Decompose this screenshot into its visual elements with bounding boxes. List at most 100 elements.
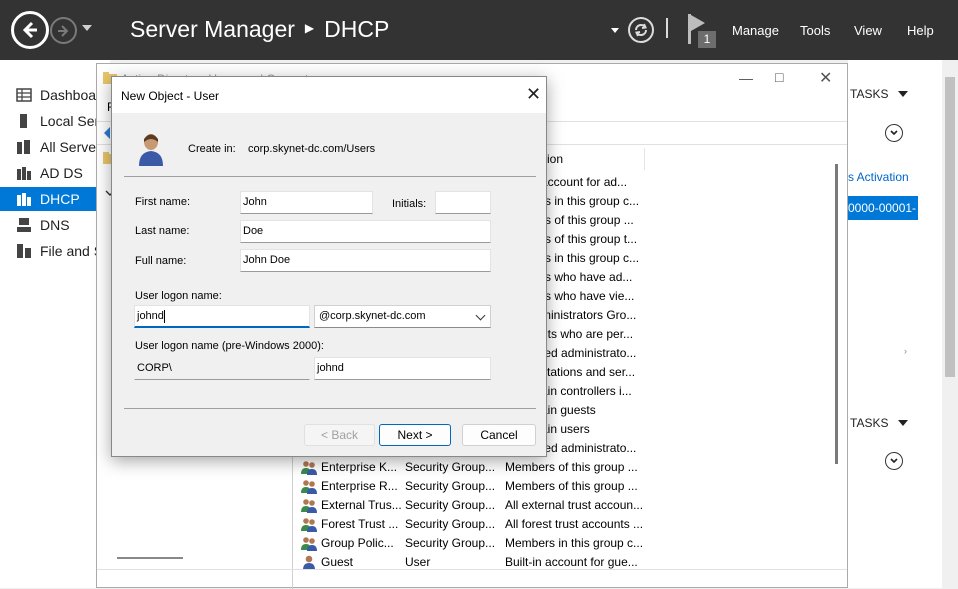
chevron-down-icon (898, 91, 909, 97)
menu-help[interactable]: Help (907, 23, 934, 38)
arrow-right-icon (57, 24, 68, 37)
scrollbar-thumb[interactable] (835, 164, 838, 464)
new-user-dialog: New Object - User ✕ Create in: corp.skyn… (111, 76, 547, 457)
create-in-value: corp.skynet-dc.com/Users (248, 143, 376, 155)
column-header-description[interactable]: ition (537, 148, 645, 170)
page-title: Server Manager ▶ DHCP (130, 16, 389, 43)
logon-name-label: User logon name: (135, 290, 222, 302)
row-name: Forest Trust ... (321, 517, 399, 531)
servers-icon (17, 140, 30, 154)
table-row[interactable]: Enterprise K... Security Group... Members … (297, 458, 837, 477)
row-type: Security Group... (405, 536, 496, 550)
initials-field[interactable] (435, 191, 491, 214)
nav-item-label: DNS (40, 217, 70, 233)
arrow-left-icon (22, 21, 37, 39)
tasks-label: TASKS (850, 87, 889, 101)
page-name: DHCP (324, 16, 390, 42)
table-row[interactable]: Group Polic... Security Group... Members i… (297, 534, 837, 553)
nav-item-local-server[interactable]: Local Server (0, 109, 110, 133)
nav-item-label: DHCP (40, 191, 80, 207)
group-icon (301, 499, 317, 513)
row-description: ain guests (541, 403, 596, 417)
table-row[interactable]: External Trus... Security Group... All ext… (297, 496, 837, 515)
list-vertical-scrollbar[interactable] (831, 164, 841, 564)
create-in-label: Create in: (188, 143, 236, 155)
minimize-button[interactable]: — (739, 70, 753, 86)
last-name-field[interactable]: Doe (240, 220, 491, 243)
maximize-button[interactable]: □ (775, 69, 783, 85)
vertical-scrollbar[interactable] (942, 60, 958, 588)
menu-manage[interactable]: Manage (732, 23, 779, 38)
user-icon (303, 555, 315, 570)
row-description: Members of this group ... (505, 479, 638, 493)
nav-item-file-storage[interactable]: File and S (0, 239, 110, 263)
text-cursor (163, 309, 165, 323)
notifications-button[interactable]: 1 (688, 14, 718, 48)
next-button[interactable]: Next > (379, 424, 451, 446)
server-manager-nav: Dashboard Local Server All Servers AD DS… (0, 60, 110, 588)
first-name-label: First name: (135, 196, 191, 208)
expand-button-2[interactable] (885, 452, 903, 470)
close-button[interactable]: ✕ (526, 85, 541, 103)
first-name-field[interactable]: John (240, 191, 373, 214)
breadcrumb-separator-icon: ▶ (304, 20, 315, 35)
nav-item-dhcp[interactable]: DHCP (0, 187, 110, 211)
row-name: Enterprise R... (321, 479, 398, 493)
group-icon (301, 518, 317, 532)
dialog-titlebar: New Object - User ✕ (112, 77, 546, 113)
row-description: account for ad... (541, 175, 628, 189)
row-description: ain users (541, 422, 590, 436)
domain-suffix-value: @corp.skynet-dc.com (319, 310, 426, 322)
row-description: rs of this group ... (541, 213, 634, 227)
group-icon (301, 537, 317, 551)
tasks-label: TASKS (850, 416, 889, 430)
nav-item-ad-ds[interactable]: AD DS (0, 161, 110, 185)
row-description: rs in this group c... (541, 194, 640, 208)
server-manager-titlebar: Server Manager ▶ DHCP 1 Manage Tools View … (0, 0, 958, 60)
table-row[interactable]: Enterprise R... Security Group... Members … (297, 477, 837, 496)
title-dropdown-icon[interactable] (611, 28, 619, 33)
nav-item-dashboard[interactable]: Dashboard (0, 83, 110, 107)
tasks-dropdown-2[interactable]: TASKS (850, 416, 914, 430)
domain-suffix-select[interactable]: @corp.skynet-dc.com (314, 305, 491, 328)
row-description: rs who have vie... (541, 289, 635, 303)
separator (124, 408, 536, 409)
tasks-dropdown[interactable]: TASKS (850, 87, 914, 101)
cancel-button[interactable]: Cancel (462, 424, 536, 446)
nav-item-dns[interactable]: DNS (0, 213, 110, 237)
group-icon (301, 480, 317, 494)
chevron-down-icon (475, 310, 486, 321)
menu-tools[interactable]: Tools (800, 23, 830, 38)
full-name-field[interactable]: John Doe (240, 249, 491, 272)
forward-button[interactable] (50, 17, 77, 44)
nav-item-all-servers[interactable]: All Servers (0, 135, 110, 159)
history-dropdown-icon[interactable] (82, 25, 92, 31)
notification-count-badge: 1 (698, 31, 716, 48)
close-button[interactable]: ✕ (819, 68, 832, 88)
last-name-label: Last name: (135, 225, 190, 237)
refresh-button[interactable] (628, 17, 654, 43)
menu-view[interactable]: View (854, 23, 882, 38)
row-description: All external trust accoun... (505, 498, 644, 512)
pre2000-label: User logon name (pre-Windows 2000): (135, 340, 324, 352)
pre2000-name-field[interactable]: johnd (314, 357, 491, 380)
file-storage-icon (17, 244, 31, 258)
row-description: rs of this group t... (541, 232, 638, 246)
ad-ds-icon (17, 167, 31, 180)
back-button[interactable] (11, 11, 49, 49)
row-type: Security Group... (405, 498, 496, 512)
tree-scrollbar-thumb[interactable] (117, 557, 183, 559)
expand-button[interactable] (885, 124, 903, 142)
row-description: Members in this group c... (505, 536, 644, 550)
activation-link[interactable]: s Activation (848, 170, 909, 184)
back-button[interactable]: < Back (304, 424, 375, 446)
selected-row[interactable]: 0000-00001- (848, 196, 918, 220)
scrollbar-thumb[interactable] (945, 77, 955, 377)
table-row[interactable]: Forest Trust ... Security Group... All for… (297, 515, 837, 534)
row-description: ministrators Gro... (541, 308, 637, 322)
app-title: Server Manager (130, 16, 295, 42)
row-description: ted administrato... (541, 346, 637, 360)
logon-name-field[interactable]: johnd (134, 305, 310, 328)
row-description: stations and ser... (541, 365, 636, 379)
scroll-right-icon[interactable]: › (904, 346, 907, 356)
